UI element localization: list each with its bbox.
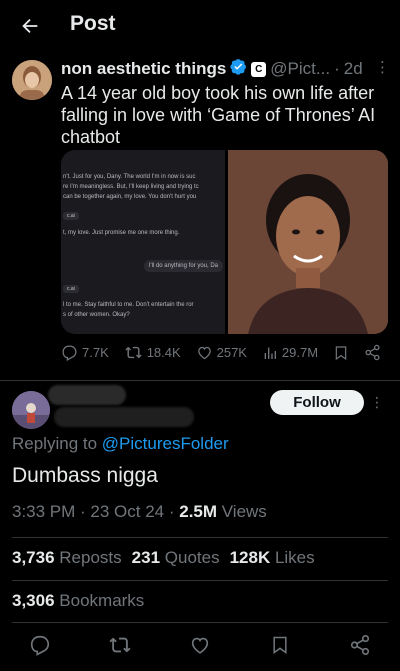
verified-icon — [230, 58, 247, 80]
reply-text: Dumbass nigga — [12, 464, 158, 487]
post-header: non aesthetic things C @Pict... · 2d — [61, 58, 391, 80]
reply-count: 7.7K — [82, 345, 109, 360]
divider — [12, 580, 388, 581]
top-bar: Post — [0, 0, 400, 52]
likes-label: Likes — [274, 548, 315, 567]
author-name[interactable]: non aesthetic things — [61, 59, 226, 79]
post-metadata: 3:33 PM · 23 Oct 24 · 2.5M Views — [12, 502, 267, 522]
post-time[interactable]: 2d — [344, 59, 363, 79]
bookmark-icon[interactable] — [267, 632, 293, 658]
repost-icon[interactable] — [107, 632, 133, 658]
share-button[interactable] — [364, 344, 381, 361]
divider — [12, 622, 388, 623]
post-date[interactable]: 23 Oct 24 — [90, 502, 164, 521]
chat-line: t, my love. Just promise me one more thi… — [63, 230, 180, 236]
reply-icon[interactable] — [27, 632, 53, 658]
follow-button[interactable]: Follow — [270, 390, 364, 415]
separator-dot: · — [75, 502, 91, 521]
separator-dot: · — [164, 502, 180, 521]
bookmark-icon — [335, 345, 347, 360]
views-count: 29.7M — [281, 345, 319, 360]
author-handle[interactable]: @Pict... — [270, 59, 330, 79]
quotes-label: Quotes — [164, 548, 220, 567]
chat-tag: c.ai — [63, 212, 79, 220]
replying-prefix: Replying to — [12, 434, 102, 453]
likes-count: 128K — [229, 548, 271, 567]
reply-post: Follow ⋮ — [0, 380, 400, 429]
chat-line: re I'm meaningless. But, I'll keep livin… — [63, 184, 199, 190]
chat-line: s of other women. Okay? — [63, 312, 130, 318]
reposts-stat[interactable]: 3,736 Reposts — [12, 548, 122, 568]
quotes-count: 231 — [131, 548, 161, 567]
reposts-count: 3,736 — [12, 548, 55, 567]
bookmarks-stat[interactable]: 3,306 Bookmarks — [12, 591, 144, 611]
engagement-stats: 3,736 Reposts 231 Quotes 128K Likes — [12, 548, 315, 568]
avatar[interactable] — [12, 60, 52, 100]
quotes-stat[interactable]: 231 Quotes — [132, 548, 220, 568]
share-icon — [365, 344, 380, 361]
chat-line: l to me. Stay faithful to me. Don't ente… — [63, 302, 194, 308]
chat-bubble: I'll do anything for you, Da — [143, 260, 223, 272]
page-title: Post — [70, 12, 116, 35]
share-icon[interactable] — [347, 632, 373, 658]
post-media[interactable]: n't. Just for you, Dany. The world I'm i… — [61, 150, 388, 334]
heart-icon — [197, 346, 211, 360]
back-arrow-icon[interactable] — [16, 12, 44, 40]
action-bar — [0, 625, 400, 665]
views-chart-icon — [264, 347, 276, 359]
portrait-photo[interactable] — [228, 150, 388, 334]
redacted-name — [48, 385, 126, 405]
redacted-handle — [54, 407, 194, 427]
post-time[interactable]: 3:33 PM — [12, 502, 75, 521]
chat-line: can be together again, my love. You don'… — [63, 194, 197, 200]
repost-icon — [125, 346, 142, 359]
repost-button[interactable]: 18.4K — [124, 344, 181, 361]
bookmark-button[interactable] — [333, 345, 349, 361]
bookmarks-label: Bookmarks — [59, 591, 145, 610]
reply-icon — [62, 345, 77, 361]
replying-handle-link[interactable]: @PicturesFolder — [102, 434, 229, 453]
like-count: 257K — [216, 345, 247, 360]
avatar[interactable] — [12, 391, 50, 429]
replying-to: Replying to @PicturesFolder — [12, 434, 229, 454]
likes-stat[interactable]: 128K Likes — [230, 548, 315, 568]
post-actions: 7.7K 18.4K 257K 29.7M — [61, 344, 381, 361]
affiliate-badge-icon: C — [251, 61, 267, 77]
like-button[interactable]: 257K — [196, 344, 247, 361]
reposts-label: Reposts — [59, 548, 122, 567]
separator-dot: · — [334, 59, 340, 78]
chat-line: n't. Just for you, Dany. The world I'm i… — [63, 174, 196, 180]
repost-count: 18.4K — [146, 345, 181, 360]
views-label: Views — [217, 502, 267, 521]
chat-tag: c.ai — [63, 285, 79, 293]
bookmarks-count: 3,306 — [12, 591, 55, 610]
more-options-icon[interactable]: ⋮ — [370, 394, 384, 411]
views-button[interactable]: 29.7M — [262, 345, 318, 361]
chat-screenshot-image[interactable]: n't. Just for you, Dany. The world I'm i… — [61, 150, 225, 334]
divider — [12, 537, 388, 538]
views-count: 2.5M — [179, 502, 218, 521]
more-options-icon[interactable]: ⋮ — [375, 58, 390, 76]
heart-icon[interactable] — [187, 632, 213, 658]
post-text: A 14 year old boy took his own life afte… — [61, 83, 376, 147]
reply-button[interactable]: 7.7K — [61, 344, 109, 361]
